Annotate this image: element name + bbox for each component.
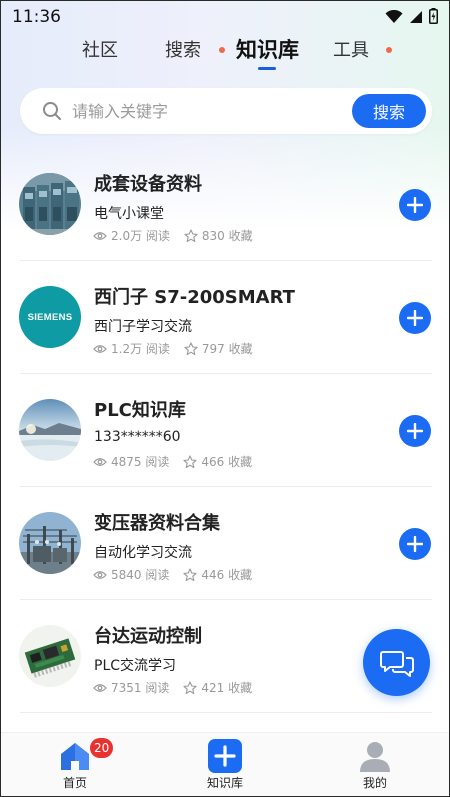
list-item[interactable]: SIEMENS 西门子 S7-200SMART 西门子学习交流 1.2万 阅读 …	[0, 261, 450, 374]
nav-home[interactable]: 20 首页	[20, 733, 130, 797]
signal-icon	[409, 9, 423, 28]
siemens-logo-text: SIEMENS	[27, 311, 73, 323]
eye-icon	[93, 231, 107, 240]
star-icon	[183, 680, 197, 694]
favorite-count: 466 收藏	[201, 455, 253, 469]
wifi-icon	[385, 9, 403, 28]
switchgear-cabinet-image	[19, 173, 81, 235]
bottom-nav: 20 首页 知识库 我的	[0, 732, 450, 797]
item-stats: 2.0万 阅读 830 收藏	[93, 227, 253, 244]
item-stats: 7351 阅读 421 收藏	[93, 679, 252, 696]
plus-icon	[407, 197, 423, 213]
item-title: 变压器资料合集	[94, 513, 220, 534]
star-icon	[184, 341, 198, 355]
add-button[interactable]	[399, 528, 431, 560]
item-stats: 4875 阅读 466 收藏	[93, 453, 252, 470]
siemens-logo: SIEMENS	[19, 286, 81, 348]
item-subtitle: 西门子学习交流	[94, 319, 192, 335]
active-tab-indicator	[258, 67, 276, 70]
item-stats: 1.2万 阅读 797 收藏	[93, 340, 253, 357]
search-icon	[42, 101, 62, 125]
tab-tools[interactable]: 工具	[333, 36, 369, 62]
add-knowledge-icon	[208, 739, 242, 773]
item-title: 台达运动控制	[94, 626, 202, 647]
home-badge: 20	[90, 738, 114, 758]
eye-icon	[93, 570, 107, 579]
nav-knowledge-base[interactable]: 知识库	[170, 733, 280, 797]
list-item[interactable]: 变压器资料合集 自动化学习交流 5840 阅读 446 收藏	[0, 487, 450, 600]
tab-search[interactable]: 搜索	[165, 36, 201, 62]
read-count: 4875 阅读	[111, 455, 170, 469]
item-subtitle: 电气小课堂	[94, 206, 164, 222]
top-tab-bar: 社区 搜索 知识库 工具	[0, 34, 450, 76]
item-subtitle: 133******60	[94, 429, 181, 445]
status-icons	[385, 8, 438, 28]
search-input[interactable]	[72, 97, 342, 125]
transformer-substation-image	[19, 512, 81, 574]
star-icon	[184, 228, 198, 242]
battery-icon	[429, 8, 438, 28]
favorite-count: 446 收藏	[201, 568, 253, 582]
item-title: 西门子 S7-200SMART	[94, 287, 295, 308]
favorite-count: 830 收藏	[201, 229, 253, 243]
eye-icon	[93, 457, 107, 466]
eye-icon	[93, 683, 107, 692]
tab-tools-notification-dot	[386, 47, 392, 53]
plus-icon	[407, 536, 423, 552]
add-button[interactable]	[399, 302, 431, 334]
list-item[interactable]: 成套设备资料 电气小课堂 2.0万 阅读 830 收藏	[0, 148, 450, 261]
item-subtitle: PLC交流学习	[94, 658, 177, 674]
favorite-count: 797 收藏	[201, 342, 253, 356]
nav-profile[interactable]: 我的	[320, 733, 430, 797]
plus-icon	[407, 310, 423, 326]
knowledge-base-list: 成套设备资料 电气小课堂 2.0万 阅读 830 收藏 SIEMENS 西门子 …	[0, 148, 450, 713]
item-title: 成套设备资料	[94, 174, 202, 195]
nav-home-label: 首页	[62, 776, 87, 790]
read-count: 7351 阅读	[111, 681, 170, 695]
star-icon	[183, 567, 197, 581]
chat-bubbles-icon	[379, 650, 414, 677]
chat-fab-button[interactable]	[363, 629, 430, 696]
read-count: 2.0万 阅读	[111, 229, 170, 243]
divider	[20, 712, 432, 713]
status-bar: 11:36	[0, 0, 450, 34]
favorite-count: 421 收藏	[201, 681, 253, 695]
item-title: PLC知识库	[94, 400, 186, 421]
nav-profile-label: 我的	[362, 776, 387, 790]
read-count: 1.2万 阅读	[111, 342, 170, 356]
circuit-board-image	[19, 625, 81, 687]
add-button[interactable]	[399, 189, 431, 221]
status-time: 11:36	[12, 7, 61, 27]
item-stats: 5840 阅读 446 收藏	[93, 566, 252, 583]
list-item[interactable]: PLC知识库 133******60 4875 阅读 466 收藏	[0, 374, 450, 487]
search-bar: 搜索	[20, 88, 432, 134]
tab-community[interactable]: 社区	[82, 36, 118, 62]
read-count: 5840 阅读	[111, 568, 170, 582]
star-icon	[183, 454, 197, 468]
tab-knowledge-base[interactable]: 知识库	[236, 34, 299, 64]
eye-icon	[93, 344, 107, 353]
search-button[interactable]: 搜索	[352, 94, 426, 128]
profile-icon	[358, 739, 392, 773]
add-button[interactable]	[399, 415, 431, 447]
nav-knowledge-base-label: 知识库	[206, 776, 243, 790]
home-icon	[58, 739, 92, 773]
landscape-image	[19, 399, 81, 461]
plus-icon	[407, 423, 423, 439]
item-subtitle: 自动化学习交流	[94, 545, 192, 561]
tab-search-notification-dot	[219, 47, 225, 53]
